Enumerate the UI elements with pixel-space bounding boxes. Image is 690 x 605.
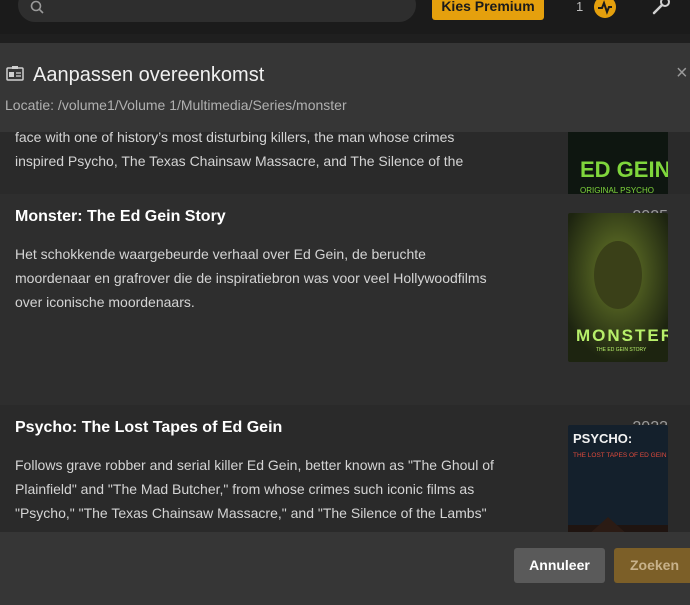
wrench-icon[interactable] bbox=[649, 0, 673, 18]
dialog-header: Aanpassen overeenkomst × Locatie: /volum… bbox=[0, 43, 690, 132]
result-description: Het schokkende waargebeurde verhaal over… bbox=[15, 246, 487, 310]
cancel-button[interactable]: Annuleer bbox=[514, 548, 605, 583]
search-input[interactable] bbox=[18, 0, 416, 22]
result-item[interactable]: Monster: The Ed Gein Story 2025 Het scho… bbox=[0, 194, 690, 405]
result-description: face with one of history’s most disturbi… bbox=[15, 129, 464, 169]
result-poster: MONSTER THE ED GEIN STORY bbox=[568, 213, 668, 362]
result-poster: ED GEIN: ORIGINAL PSYCHO bbox=[568, 123, 668, 194]
result-title: Psycho: The Lost Tapes of Ed Gein bbox=[15, 419, 283, 436]
results-list[interactable]: face with one of history’s most disturbi… bbox=[0, 77, 690, 595]
poster-title-text: ED GEIN: bbox=[580, 157, 668, 182]
poster-title-text: PSYCHO: bbox=[573, 431, 632, 446]
search-icon bbox=[30, 0, 44, 14]
result-description: Follows grave robber and serial killer E… bbox=[15, 457, 494, 521]
dialog-footer: Annuleer Zoeken bbox=[0, 532, 690, 605]
premium-button[interactable]: Kies Premium bbox=[432, 0, 544, 20]
close-icon[interactable]: × bbox=[676, 63, 688, 83]
result-title: Monster: The Ed Gein Story bbox=[15, 208, 226, 225]
poster-sub-text: ORIGINAL PSYCHO bbox=[580, 186, 654, 194]
location-path: Locatie: /volume1/Volume 1/Multimedia/Se… bbox=[5, 97, 347, 113]
poster-title-text: MONSTER bbox=[576, 326, 668, 345]
poster-sub-text: THE LOST TAPES OF ED GEIN bbox=[573, 452, 667, 459]
id-card-icon bbox=[6, 66, 24, 81]
dialog-title: Aanpassen overeenkomst bbox=[33, 64, 265, 86]
activity-icon[interactable] bbox=[594, 0, 616, 18]
top-app-bar: Kies Premium 1 bbox=[0, 0, 690, 34]
activity-count: 1 bbox=[576, 0, 584, 14]
match-dialog: Aanpassen overeenkomst × Locatie: /volum… bbox=[0, 43, 690, 605]
search-button[interactable]: Zoeken bbox=[614, 548, 690, 583]
poster-sub-text: THE ED GEIN STORY bbox=[596, 347, 647, 353]
